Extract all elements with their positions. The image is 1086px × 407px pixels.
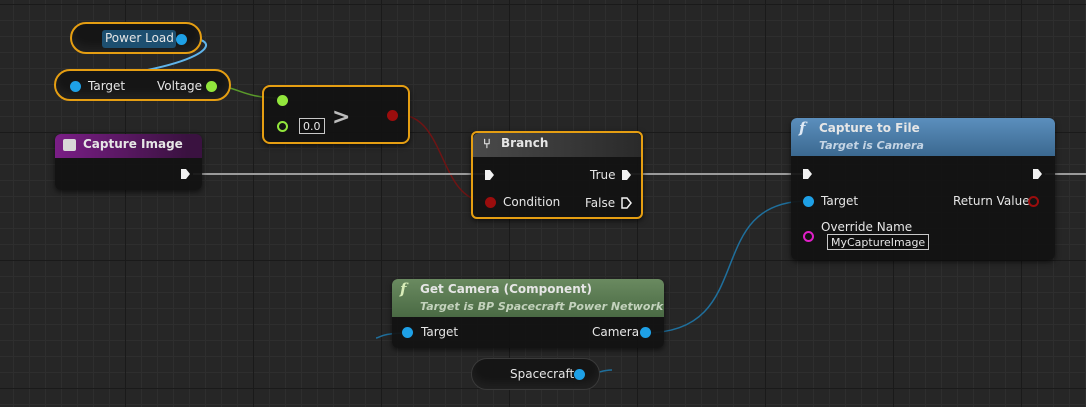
true-label: True bbox=[590, 168, 616, 182]
capture-exec-input-pin[interactable] bbox=[802, 168, 813, 180]
capture-to-file-title: Capture to File bbox=[819, 121, 920, 135]
return-value-label: Return Value bbox=[953, 194, 1030, 208]
branch-exec-input-pin[interactable] bbox=[484, 169, 495, 181]
override-name-label: Override Name bbox=[821, 220, 913, 234]
return-value-output-pin[interactable] bbox=[1028, 196, 1039, 207]
greater-than-node[interactable]: 0.0 > bbox=[262, 85, 410, 144]
capture-exec-output-pin[interactable] bbox=[1032, 168, 1043, 180]
event-header: Capture Image bbox=[55, 134, 202, 158]
greater-operator: > bbox=[332, 105, 351, 130]
get-camera-title: Get Camera (Component) bbox=[420, 282, 592, 296]
capture-to-file-header: f Capture to File Target is Camera bbox=[791, 118, 1055, 156]
power-load-label: Power Load bbox=[105, 31, 174, 45]
branch-header: ⑂ Branch bbox=[473, 133, 641, 157]
capture-image-event-node[interactable]: Capture Image bbox=[55, 134, 202, 190]
get-camera-target-label: Target bbox=[421, 325, 459, 339]
get-camera-target-input-pin[interactable] bbox=[402, 327, 413, 338]
function-icon: f bbox=[799, 119, 806, 137]
branch-icon: ⑂ bbox=[483, 137, 491, 152]
branch-title: Branch bbox=[501, 136, 549, 150]
a-input-pin[interactable] bbox=[277, 95, 288, 106]
event-icon bbox=[63, 139, 76, 151]
camera-label: Camera bbox=[592, 325, 640, 339]
power-load-output-pin[interactable] bbox=[176, 34, 187, 45]
camera-output-pin[interactable] bbox=[640, 327, 651, 338]
voltage-label: Voltage bbox=[157, 79, 203, 93]
power-load-variable-node[interactable]: Power Load bbox=[70, 22, 202, 54]
true-exec-output-pin[interactable] bbox=[621, 169, 632, 181]
camera-target-label: Target bbox=[821, 194, 859, 208]
b-value-field[interactable]: 0.0 bbox=[299, 118, 325, 134]
false-label: False bbox=[585, 196, 616, 210]
exec-output-pin[interactable] bbox=[180, 168, 191, 180]
override-name-input-pin[interactable] bbox=[803, 231, 814, 242]
target-input-pin[interactable] bbox=[70, 81, 81, 92]
spacecraft-variable-node[interactable]: Spacecraft bbox=[471, 358, 600, 390]
camera-target-input-pin[interactable] bbox=[803, 196, 814, 207]
condition-label: Condition bbox=[503, 195, 561, 209]
capture-to-file-node[interactable]: f Capture to File Target is Camera Targe… bbox=[791, 118, 1055, 260]
get-camera-header: f Get Camera (Component) Target is BP Sp… bbox=[392, 279, 664, 317]
b-input-pin[interactable] bbox=[277, 121, 288, 132]
spacecraft-label: Spacecraft bbox=[510, 367, 575, 381]
condition-input-pin[interactable] bbox=[485, 197, 496, 208]
function-icon: f bbox=[400, 280, 407, 298]
false-exec-output-pin[interactable] bbox=[621, 197, 632, 209]
get-camera-node[interactable]: f Get Camera (Component) Target is BP Sp… bbox=[392, 279, 664, 348]
target-label: Target bbox=[88, 79, 126, 93]
get-camera-subtitle: Target is BP Spacecraft Power Network bbox=[420, 300, 664, 313]
branch-node[interactable]: ⑂ Branch True Condition False bbox=[471, 131, 643, 219]
get-voltage-node[interactable]: Target Voltage bbox=[54, 69, 231, 101]
voltage-output-pin[interactable] bbox=[206, 81, 217, 92]
spacecraft-output-pin[interactable] bbox=[574, 369, 585, 380]
capture-image-title: Capture Image bbox=[83, 137, 183, 151]
capture-to-file-subtitle: Target is Camera bbox=[819, 139, 924, 152]
result-output-pin[interactable] bbox=[387, 110, 398, 121]
override-name-field[interactable]: MyCaptureImage bbox=[827, 234, 930, 250]
